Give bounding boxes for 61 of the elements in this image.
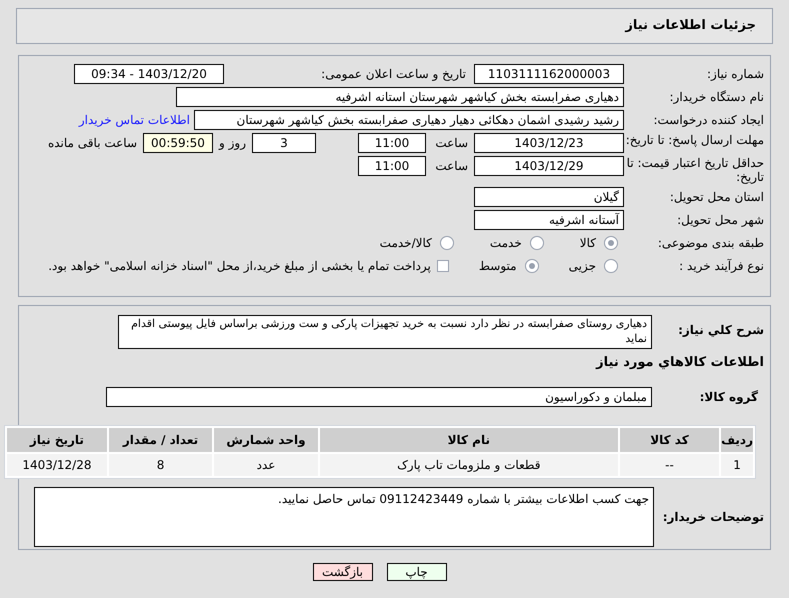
table-cell: 1403/12/28 bbox=[7, 454, 107, 476]
deadline-time-field: 11:00 bbox=[358, 133, 426, 153]
field-label: مهلت ارسال پاسخ: تا تاریخ: bbox=[624, 133, 765, 147]
field-label: جزیی bbox=[568, 258, 596, 275]
city-field: آستانه اشرفیه bbox=[474, 210, 624, 230]
goods-group-field: مبلمان و دکوراسیون bbox=[106, 386, 652, 406]
field-label: استان محل تحویل: bbox=[668, 189, 765, 206]
field-label: نام دستگاه خریدار: bbox=[668, 89, 765, 106]
table-cell: قطعات و ملزومات تاب پارک bbox=[320, 454, 618, 476]
field-label: شرح کلي نياز: bbox=[677, 322, 765, 339]
deadline-date-field: 1403/12/23 bbox=[474, 133, 624, 153]
print-button[interactable]: چاپ bbox=[386, 563, 446, 581]
field-label: گروه کالا: bbox=[698, 388, 759, 406]
field-label: پرداخت تمام یا بخشی از مبلغ خرید،از محل "اسناد خزانه اسلامی" خواهد بود. bbox=[48, 258, 431, 275]
table-cell: 8 bbox=[108, 454, 212, 476]
field-label: ساعت bbox=[434, 135, 468, 152]
field-label: روز و bbox=[219, 135, 246, 152]
creator-field: رشید رشیدی اشمان دهکائی دهیار دهیاری صفرابسته بخش کیاشهر شهرستان bbox=[194, 110, 624, 130]
radio-button[interactable] bbox=[604, 259, 618, 273]
field-label: ساعت باقی مانده bbox=[48, 135, 137, 152]
page-title: جزئیات اطلاعات نیاز bbox=[625, 17, 756, 36]
days-field: 3 bbox=[252, 133, 316, 153]
description-textarea[interactable]: دهیاری روستای صفرابسته در نظر دارد نسبت به خرید تجهیزات پارکی و ست ورزشی براساس فایل پیوستی اقدام نماید bbox=[118, 315, 652, 349]
field-label: کالا/خدمت bbox=[380, 235, 432, 252]
announce-date-field: 1403/12/20 - 09:34 bbox=[74, 64, 224, 84]
field-label: حداقل تاریخ اعتبار قیمت: تا تاریخ: bbox=[626, 156, 765, 184]
table-cell: 1 bbox=[721, 454, 753, 476]
radio-button[interactable] bbox=[530, 236, 544, 250]
field-label: خدمت bbox=[490, 235, 522, 252]
column-header: ردیف bbox=[721, 428, 753, 452]
buyer-name-field: دهیاری صفرابسته بخش کیاشهر شهرستان استانه اشرفیه bbox=[176, 87, 624, 107]
field-label: توضیحات خریدار: bbox=[662, 508, 765, 526]
table-cell: -- bbox=[620, 454, 720, 476]
field-label: متوسط bbox=[478, 258, 517, 275]
validity-date-field: 1403/12/29 bbox=[474, 156, 624, 176]
section-title: اطلاعات کالاهاي مورد نياز bbox=[594, 354, 765, 372]
column-header: تاریخ نیاز bbox=[7, 428, 107, 452]
buyer-contact-link[interactable]: اطلاعات تماس خریدار bbox=[78, 111, 190, 129]
field-label: ساعت bbox=[434, 158, 468, 175]
radio-button[interactable] bbox=[604, 236, 618, 250]
field-label: ایجاد کننده درخواست: bbox=[652, 112, 765, 129]
field-label: شماره نیاز: bbox=[706, 66, 765, 83]
field-label: طبقه بندی موضوعی: bbox=[656, 235, 765, 252]
remaining-time-field: 00:59:50 bbox=[143, 133, 213, 153]
buyer-notes-textarea[interactable]: جهت کسب اطلاعات بیشتر با شماره 09112423449 تماس حاصل نمایید. bbox=[34, 486, 654, 546]
column-header: کد کالا bbox=[620, 428, 720, 452]
field-label: کالا bbox=[580, 235, 596, 252]
field-label: تاریخ و ساعت اعلان عمومی: bbox=[320, 66, 467, 83]
column-header: تعداد / مقدار bbox=[108, 428, 212, 452]
table-cell: عدد bbox=[214, 454, 318, 476]
checkbox[interactable] bbox=[436, 260, 449, 272]
column-header: نام کالا bbox=[320, 428, 618, 452]
need-number-field: 1103111162000003 bbox=[474, 64, 624, 84]
field-label: نوع فرآیند خرید : bbox=[678, 258, 765, 275]
back-button[interactable]: بازگشت bbox=[312, 563, 372, 581]
column-header: واحد شمارش bbox=[214, 428, 318, 452]
validity-time-field: 11:00 bbox=[358, 156, 426, 176]
field-label: شهر محل تحویل: bbox=[676, 212, 765, 229]
province-field: گیلان bbox=[474, 187, 624, 207]
radio-button[interactable] bbox=[440, 236, 454, 250]
radio-button[interactable] bbox=[524, 259, 539, 273]
